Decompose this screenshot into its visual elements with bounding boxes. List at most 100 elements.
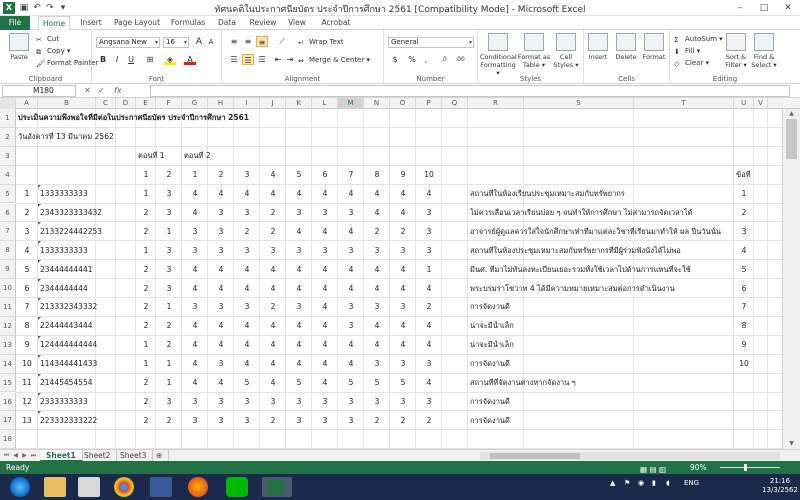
score-cell[interactable]: 2	[138, 227, 154, 237]
answer-code-cell[interactable]: 2343323333432	[40, 208, 134, 218]
answer-code-cell[interactable]: 22444443444	[40, 321, 134, 331]
enter-icon[interactable]: ✓	[98, 85, 105, 97]
score-cell[interactable]: 3	[210, 227, 232, 237]
sheet-title-cell[interactable]: ประเมินความพึงพอใจที่มีต่อในประกาศนียบัต…	[18, 113, 388, 123]
column-header-u[interactable]: U	[734, 98, 754, 109]
question-number-cell[interactable]: 7	[340, 170, 362, 180]
row-header-4[interactable]: 4	[0, 165, 16, 185]
score-cell[interactable]: 4	[288, 321, 310, 331]
score-cell[interactable]: 2	[392, 227, 414, 237]
score-cell[interactable]: 4	[314, 265, 336, 275]
comment-cell[interactable]: สถานที่ในห้องประชุมเหมาะสมกับทรัพยากรที่…	[470, 246, 732, 256]
tab-formulas[interactable]: Formulas	[168, 16, 208, 30]
score-cell[interactable]: 3	[314, 208, 336, 218]
score-cell[interactable]: 1	[158, 359, 180, 369]
column-header-j[interactable]: J	[260, 98, 286, 109]
score-cell[interactable]: 3	[236, 246, 258, 256]
comment-cell[interactable]: การจัดงานดี	[470, 302, 732, 312]
row-number-cell[interactable]: 4	[18, 246, 36, 256]
column-header-n[interactable]: N	[364, 98, 390, 109]
score-cell[interactable]: 4	[236, 340, 258, 350]
score-cell[interactable]: 3	[366, 246, 388, 256]
score-cell[interactable]: 4	[184, 359, 206, 369]
grow-font-button[interactable]: A	[193, 37, 205, 48]
row-header-10[interactable]: 10	[0, 279, 16, 298]
score-cell[interactable]: 3	[392, 302, 414, 312]
score-cell[interactable]: 4	[288, 359, 310, 369]
facebook-icon[interactable]	[150, 477, 172, 497]
column-header-v[interactable]: V	[754, 98, 768, 109]
score-cell[interactable]: 4	[366, 321, 388, 331]
score-cell[interactable]: 4	[340, 340, 362, 350]
column-header-o[interactable]: O	[390, 98, 416, 109]
score-cell[interactable]: 2	[138, 265, 154, 275]
row-header-17[interactable]: 17	[0, 411, 16, 431]
score-cell[interactable]: 4	[366, 284, 388, 294]
score-cell[interactable]: 3	[418, 246, 440, 256]
score-cell[interactable]: 4	[210, 284, 232, 294]
score-cell[interactable]: 3	[288, 416, 310, 426]
format-painter-button[interactable]: 🖌 Format Painter	[36, 58, 98, 68]
score-cell[interactable]: 2	[418, 302, 440, 312]
row-header-5[interactable]: 5	[0, 184, 16, 204]
comment-cell[interactable]: การจัดงานดี	[470, 359, 732, 369]
item-number-cell[interactable]: 2	[736, 208, 752, 218]
score-cell[interactable]: 3	[340, 302, 362, 312]
fill-button[interactable]: ⬇ Fill ▾	[674, 46, 700, 56]
score-cell[interactable]: 3	[314, 397, 336, 407]
score-cell[interactable]: 2	[392, 416, 414, 426]
file-explorer-icon[interactable]	[44, 477, 66, 497]
format-cells-button[interactable]: Format	[640, 33, 668, 73]
score-cell[interactable]: 4	[340, 284, 362, 294]
answer-code-cell[interactable]: 21445454554	[40, 378, 134, 388]
line-app-icon[interactable]	[226, 477, 248, 497]
score-cell[interactable]: 2	[262, 208, 284, 218]
comment-cell[interactable]: มีนศ. ที่มาไม่ทันลงทะเบียนเยอะรวมทั้งใช้…	[470, 265, 732, 275]
score-cell[interactable]: 3	[158, 246, 180, 256]
column-header-m[interactable]: M	[338, 98, 364, 109]
comment-cell[interactable]: น่าจะมีน้ำเล็ก	[470, 340, 732, 350]
scroll-up-icon[interactable]: ▲	[783, 109, 800, 119]
row-header-11[interactable]: 11	[0, 298, 16, 317]
score-cell[interactable]: 4	[236, 359, 258, 369]
score-cell[interactable]: 4	[418, 321, 440, 331]
score-cell[interactable]: 2	[418, 416, 440, 426]
answer-code-cell[interactable]: 1333333333	[40, 189, 134, 199]
score-cell[interactable]: 3	[340, 208, 362, 218]
find-select-button[interactable]: Find & Select ▾	[750, 33, 778, 73]
align-bottom-icon[interactable]: ≡	[256, 36, 268, 47]
align-center-icon[interactable]: ☰	[242, 54, 254, 65]
score-cell[interactable]: 4	[340, 265, 362, 275]
score-cell[interactable]: 3	[158, 265, 180, 275]
score-cell[interactable]: 4	[366, 340, 388, 350]
score-cell[interactable]: 3	[184, 397, 206, 407]
row-number-cell[interactable]: 12	[18, 397, 36, 407]
score-cell[interactable]: 3	[236, 416, 258, 426]
score-cell[interactable]: 4	[418, 284, 440, 294]
column-header-e[interactable]: E	[136, 98, 156, 109]
score-cell[interactable]: 4	[392, 284, 414, 294]
zoom-slider-thumb[interactable]	[744, 464, 747, 471]
answer-code-cell[interactable]: 1333333333	[40, 246, 134, 256]
chrome-icon[interactable]	[114, 477, 134, 497]
score-cell[interactable]: 4	[236, 265, 258, 275]
row-number-cell[interactable]: 3	[18, 227, 36, 237]
score-cell[interactable]: 4	[340, 189, 362, 199]
score-cell[interactable]: 3	[418, 359, 440, 369]
score-cell[interactable]: 5	[340, 378, 362, 388]
score-cell[interactable]: 3	[366, 359, 388, 369]
score-cell[interactable]: 3	[236, 208, 258, 218]
score-cell[interactable]: 3	[340, 321, 362, 331]
score-cell[interactable]: 1	[138, 340, 154, 350]
align-top-icon[interactable]: ≡	[228, 36, 240, 47]
score-cell[interactable]: 5	[366, 378, 388, 388]
tray-up-icon[interactable]: ▲	[610, 479, 615, 487]
font-name-select[interactable]: Angsana New ▾	[96, 37, 160, 48]
tab-view[interactable]: View	[284, 16, 310, 30]
question-number-cell[interactable]: 10	[418, 170, 440, 180]
score-cell[interactable]: 3	[340, 246, 362, 256]
score-cell[interactable]: 3	[184, 416, 206, 426]
score-cell[interactable]: 4	[210, 189, 232, 199]
score-cell[interactable]: 1	[138, 246, 154, 256]
tab-data[interactable]: Data	[214, 16, 240, 30]
